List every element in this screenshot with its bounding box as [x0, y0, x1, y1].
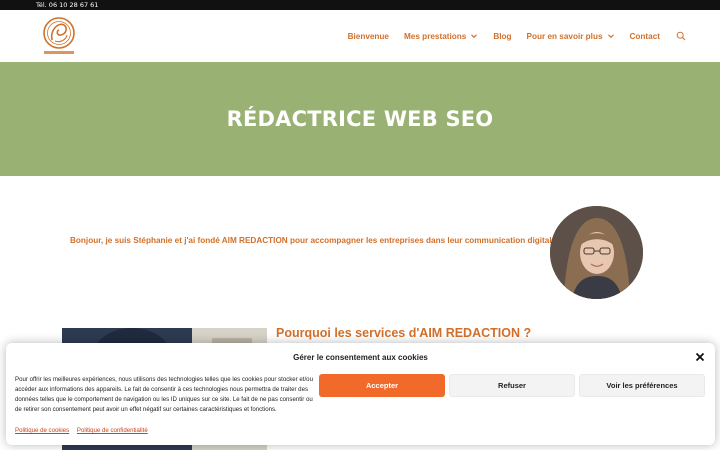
hero-banner: RÉDACTRICE WEB SEO — [0, 62, 720, 176]
nav-item-label: Bienvenue — [347, 31, 389, 41]
nav-item-label: Contact — [629, 31, 660, 41]
nav-item-bienvenue[interactable]: Bienvenue — [348, 32, 389, 41]
nav-item-contact[interactable]: Contact — [630, 32, 660, 41]
nav-item-blog[interactable]: Blog — [493, 32, 511, 41]
nav-item-label: Mes prestations — [403, 31, 467, 41]
accept-button[interactable]: Accepter — [319, 374, 445, 397]
nav-item-label: Pour en savoir plus — [526, 31, 603, 41]
section-title: Pourquoi les services d'AIM REDACTION ? — [276, 326, 532, 340]
nav-item-mes-prestations[interactable]: Mes prestations — [404, 32, 478, 41]
privacy-policy-link[interactable]: Politique de confidentialité — [77, 427, 148, 434]
portrait-image — [550, 206, 643, 299]
main-nav: Bienvenue Mes prestations Blog Pour en s… — [333, 10, 686, 62]
close-icon[interactable] — [695, 352, 705, 362]
page-title: RÉDACTRICE WEB SEO — [226, 107, 494, 131]
cookie-description: Pour offrir les meilleures expériences, … — [15, 376, 313, 413]
cookie-policy-link[interactable]: Politique de cookies — [15, 427, 69, 434]
top-bar: Tél. 06 10 28 67 61 — [0, 0, 720, 10]
preferences-button[interactable]: Voir les préférences — [579, 374, 705, 397]
nav-item-pour-en-savoir-plus[interactable]: Pour en savoir plus — [527, 32, 615, 41]
cookie-links: Politique de cookies Politique de confid… — [15, 427, 154, 434]
refuse-button[interactable]: Refuser — [449, 374, 575, 397]
nav-item-label: Blog — [493, 31, 512, 41]
intro-text: Bonjour, je suis Stéphanie et j'ai fondé… — [70, 236, 559, 245]
chevron-down-icon — [471, 34, 478, 39]
logo-icon[interactable] — [40, 16, 78, 58]
cookie-consent-banner: Gérer le consentement aux cookies Pour o… — [6, 343, 715, 445]
site-header: Bienvenue Mes prestations Blog Pour en s… — [0, 10, 720, 62]
phone-number[interactable]: Tél. 06 10 28 67 61 — [36, 0, 98, 10]
chevron-down-icon — [607, 34, 614, 39]
search-icon[interactable] — [676, 31, 686, 41]
cookie-title: Gérer le consentement aux cookies — [293, 353, 428, 362]
portrait-photo — [550, 206, 643, 299]
